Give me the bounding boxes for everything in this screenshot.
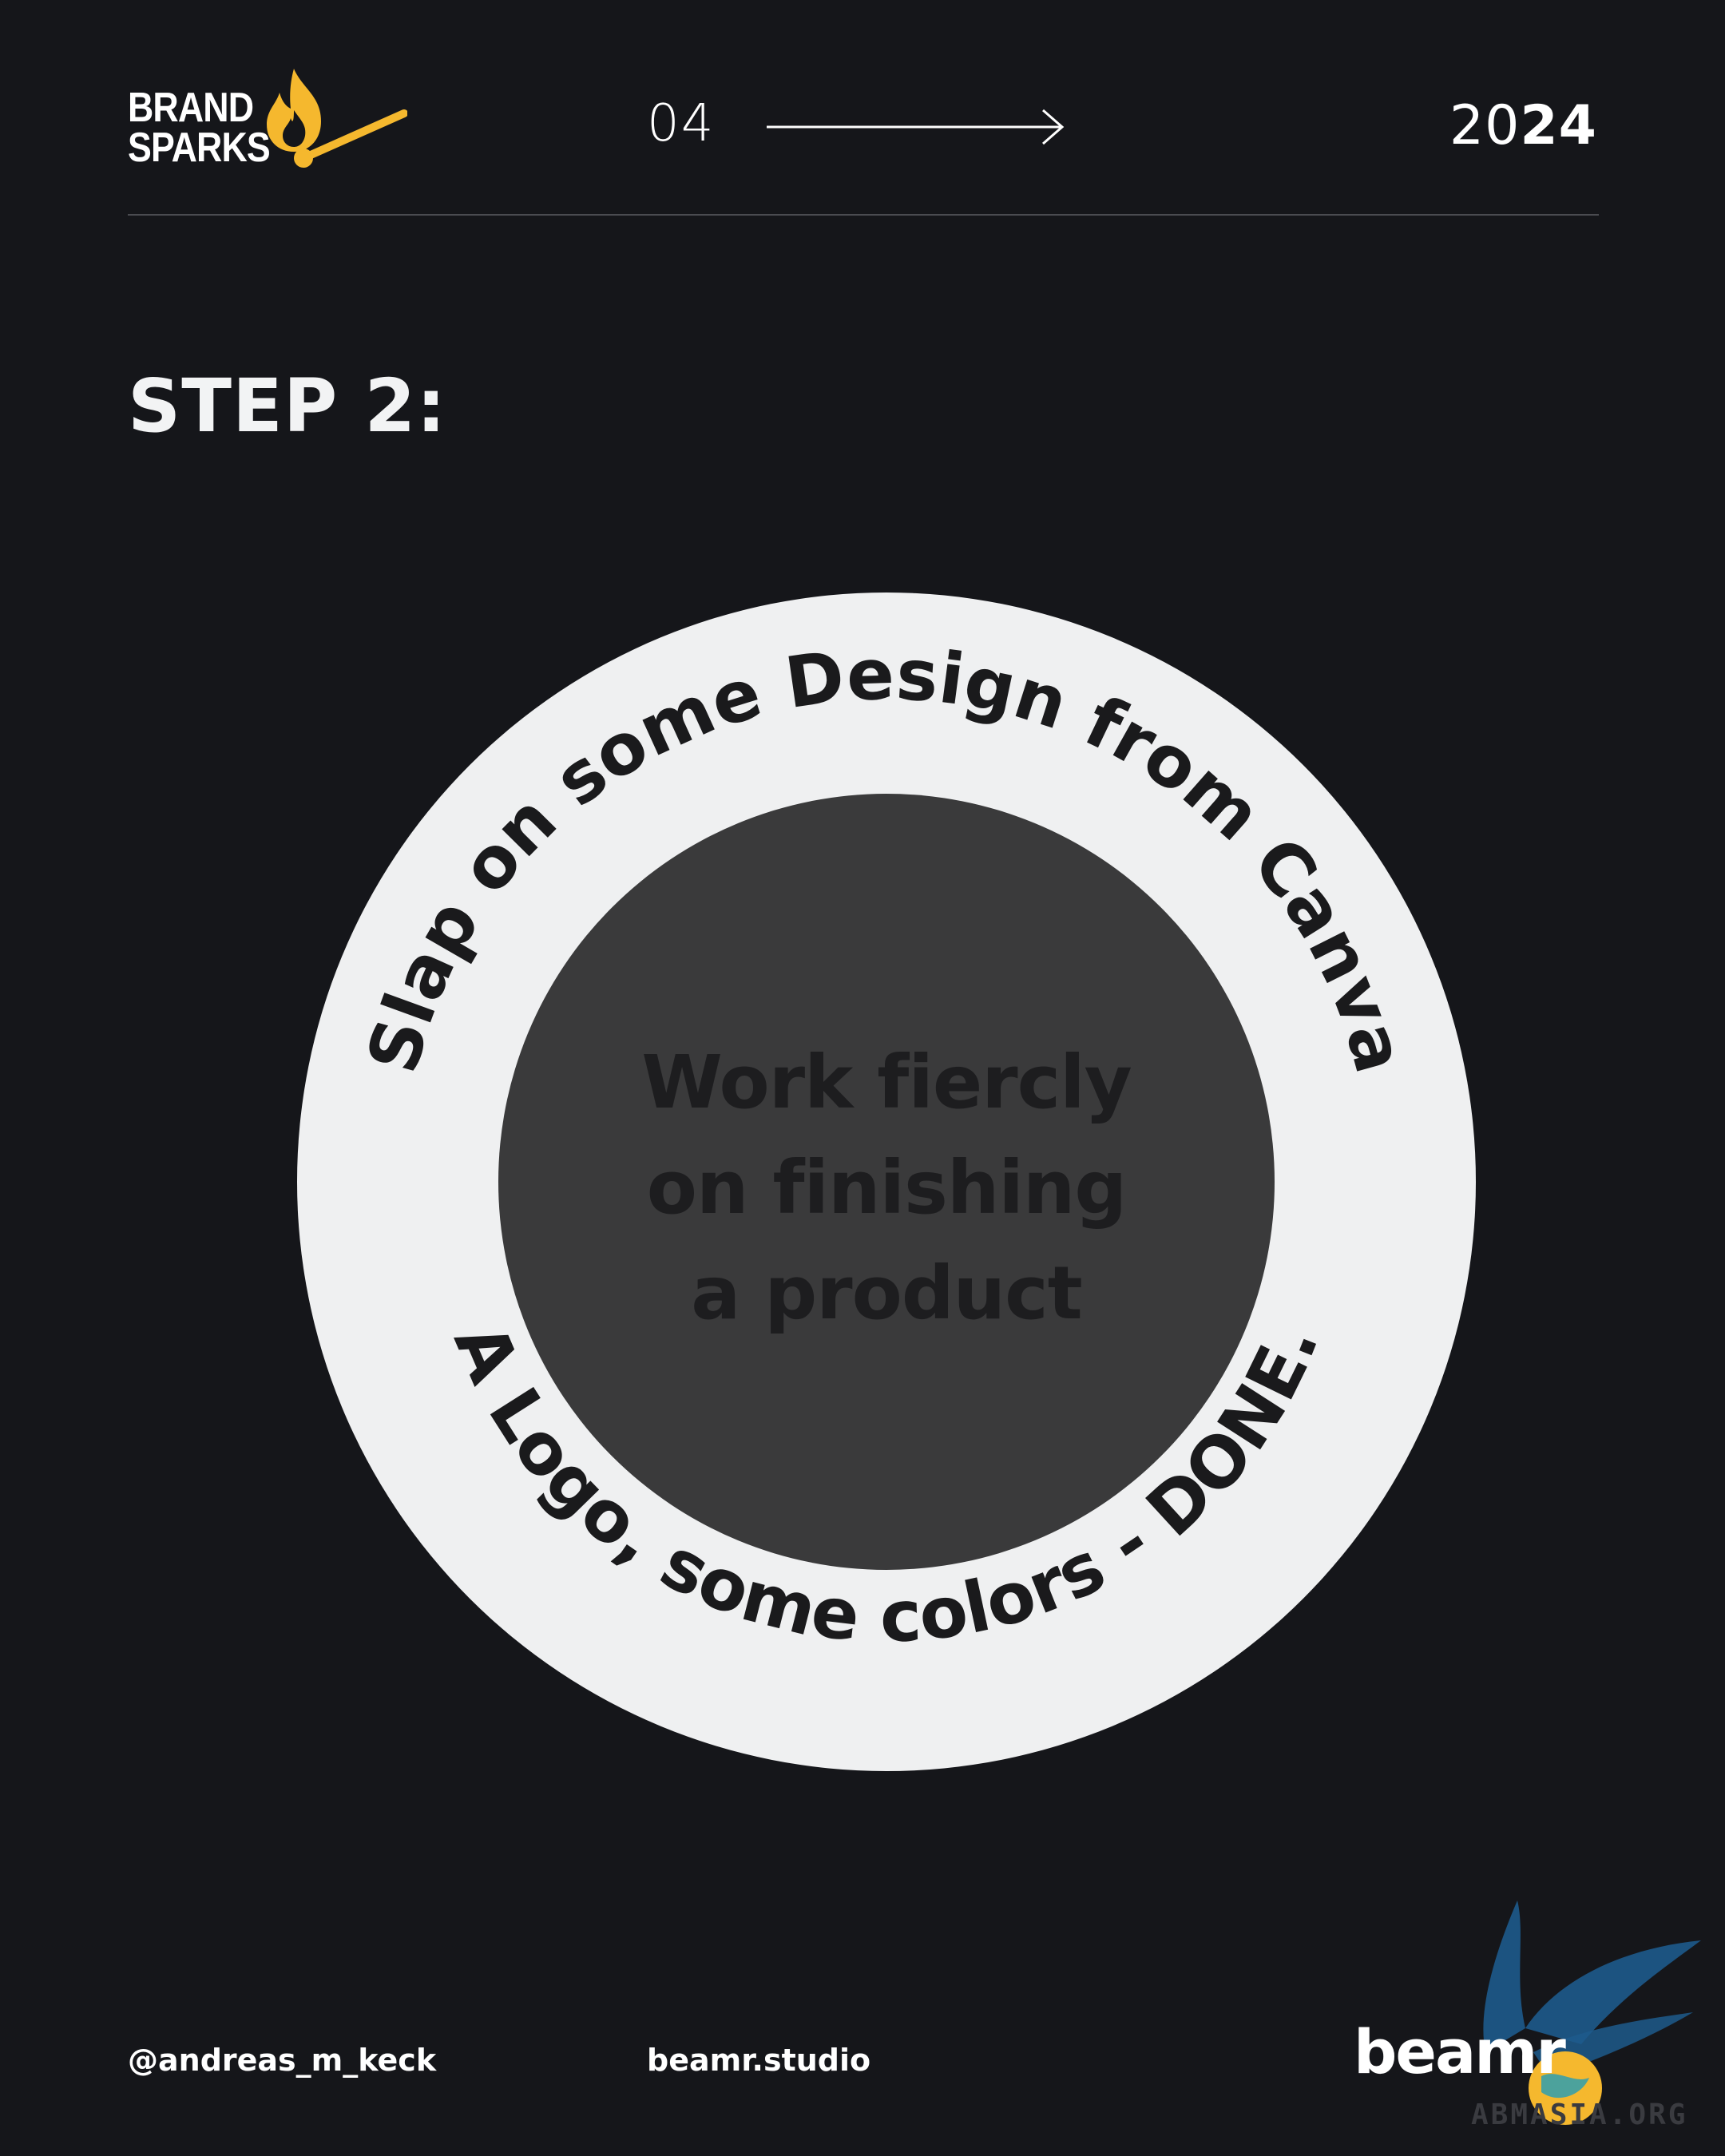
inner-line-1: Work fiercly	[641, 1040, 1132, 1125]
inner-line-2: on finishing	[646, 1145, 1127, 1231]
step-title: STEP 2:	[128, 363, 447, 449]
studio-logo: beamr	[1354, 2016, 1566, 2087]
arrow-right-icon	[767, 109, 1065, 145]
studio-website: beamr.studio	[647, 2043, 871, 2078]
year: 2024	[1449, 94, 1597, 157]
flame-match-icon	[267, 69, 407, 168]
header-divider	[128, 214, 1599, 216]
brand-logo: BRAND SPARKS	[128, 64, 407, 176]
inner-line-3: a product	[691, 1250, 1082, 1336]
inner-circle-text: Work fiercly on finishing a product	[495, 1030, 1278, 1346]
year-prefix: 20	[1449, 94, 1521, 157]
author-handle: @andreas_m_keck	[128, 2043, 437, 2078]
year-suffix: 24	[1520, 94, 1597, 157]
page-number: 04	[647, 94, 716, 153]
watermark-text: ABMASIA.ORG	[1471, 2099, 1688, 2131]
